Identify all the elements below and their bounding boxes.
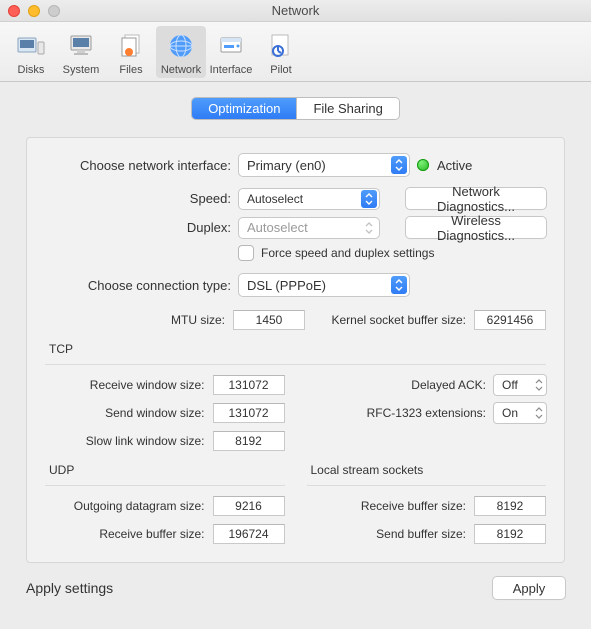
kernel-buffer-input[interactable]: 6291456 bbox=[474, 310, 546, 330]
rfc-value: On bbox=[502, 406, 518, 420]
divider bbox=[307, 485, 547, 486]
divider bbox=[45, 485, 285, 486]
odg-input[interactable]: 9216 bbox=[213, 496, 285, 516]
status-active-label: Active bbox=[437, 158, 472, 173]
label-rfc: RFC-1323 extensions: bbox=[336, 406, 486, 420]
speed-select[interactable]: Autoselect bbox=[239, 189, 379, 209]
label-mtu: MTU size: bbox=[171, 313, 225, 327]
tab-optimization[interactable]: Optimization bbox=[192, 98, 296, 119]
toolbar-item-disks[interactable]: Disks bbox=[6, 26, 56, 78]
duplex-select: Autoselect bbox=[239, 218, 379, 238]
toolbar-label: Files bbox=[106, 64, 156, 76]
label-connection-type: Choose connection type: bbox=[45, 278, 231, 293]
mtu-input[interactable]: 1450 bbox=[233, 310, 305, 330]
disks-icon bbox=[15, 30, 47, 62]
interface-value: Primary (en0) bbox=[247, 158, 326, 173]
udp-rbuf-input[interactable]: 196724 bbox=[213, 524, 285, 544]
dropdown-caret-icon bbox=[391, 276, 407, 294]
interface-select[interactable]: Primary (en0) bbox=[239, 154, 409, 176]
group-tcp-label: TCP bbox=[49, 342, 546, 356]
toolbar-label: Disks bbox=[6, 64, 56, 76]
lss-rbuf-input[interactable]: 8192 bbox=[474, 496, 546, 516]
label-swin: Send window size: bbox=[55, 406, 205, 420]
slowwin-input[interactable]: 8192 bbox=[213, 431, 285, 451]
toolbar-item-system[interactable]: System bbox=[56, 26, 106, 78]
force-speed-checkbox[interactable] bbox=[239, 246, 253, 260]
toolbar-label: Interface bbox=[206, 64, 256, 76]
dropdown-caret-icon bbox=[532, 379, 546, 391]
label-choose-interface: Choose network interface: bbox=[45, 158, 231, 173]
wireless-diagnostics-button[interactable]: Wireless Diagnostics... bbox=[406, 217, 546, 238]
content: Optimization File Sharing Choose network… bbox=[0, 82, 591, 615]
toolbar-label: Network bbox=[156, 64, 206, 76]
label-speed: Speed: bbox=[45, 191, 231, 206]
dropdown-caret-icon bbox=[391, 156, 407, 174]
swin-input[interactable]: 131072 bbox=[213, 403, 285, 423]
settings-panel: Choose network interface: Primary (en0) … bbox=[26, 137, 565, 563]
dack-select[interactable]: Off bbox=[494, 375, 546, 395]
connection-type-select[interactable]: DSL (PPPoE) bbox=[239, 274, 409, 296]
speed-value: Autoselect bbox=[247, 192, 303, 206]
window-title: Network bbox=[0, 3, 591, 18]
dack-value: Off bbox=[502, 378, 518, 392]
label-duplex: Duplex: bbox=[45, 220, 231, 235]
group-udp-label: UDP bbox=[49, 463, 285, 477]
label-kernel-buffer: Kernel socket buffer size: bbox=[331, 313, 466, 327]
duplex-value: Autoselect bbox=[247, 220, 308, 235]
label-lss-sbuf: Send buffer size: bbox=[316, 527, 466, 541]
connection-type-value: DSL (PPPoE) bbox=[247, 278, 326, 293]
dropdown-caret-icon bbox=[532, 407, 546, 419]
tab-file-sharing[interactable]: File Sharing bbox=[296, 98, 398, 119]
dropdown-caret-icon bbox=[361, 219, 377, 237]
toolbar-item-interface[interactable]: Interface bbox=[206, 26, 256, 78]
label-lss-rbuf: Receive buffer size: bbox=[316, 499, 466, 513]
toolbar-item-pilot[interactable]: Pilot bbox=[256, 26, 306, 78]
rwin-input[interactable]: 131072 bbox=[213, 375, 285, 395]
apply-button[interactable]: Apply bbox=[493, 577, 565, 599]
label-rwin: Receive window size: bbox=[55, 378, 205, 392]
files-icon bbox=[115, 30, 147, 62]
tab-segmented-control: Optimization File Sharing bbox=[192, 98, 399, 119]
pilot-icon bbox=[265, 30, 297, 62]
network-icon bbox=[165, 30, 197, 62]
toolbar-item-network[interactable]: Network bbox=[156, 26, 206, 78]
toolbar-item-files[interactable]: Files bbox=[106, 26, 156, 78]
label-dack: Delayed ACK: bbox=[336, 378, 486, 392]
label-force-speed: Force speed and duplex settings bbox=[261, 246, 434, 260]
group-lss-label: Local stream sockets bbox=[311, 463, 547, 477]
lss-sbuf-input[interactable]: 8192 bbox=[474, 524, 546, 544]
apply-settings-label: Apply settings bbox=[26, 580, 113, 596]
network-diagnostics-button[interactable]: Network Diagnostics... bbox=[406, 188, 546, 209]
system-icon bbox=[65, 30, 97, 62]
toolbar-label: System bbox=[56, 64, 106, 76]
toolbar-label: Pilot bbox=[256, 64, 306, 76]
interface-icon bbox=[215, 30, 247, 62]
titlebar: Network bbox=[0, 0, 591, 22]
divider bbox=[45, 364, 546, 365]
status-active-icon bbox=[417, 159, 429, 171]
rfc-select[interactable]: On bbox=[494, 403, 546, 423]
label-odg: Outgoing datagram size: bbox=[55, 499, 205, 513]
dropdown-caret-icon bbox=[361, 190, 377, 208]
label-udp-rbuf: Receive buffer size: bbox=[55, 527, 205, 541]
label-slowwin: Slow link window size: bbox=[55, 434, 205, 448]
toolbar: Disks System Files Network Interface Pil… bbox=[0, 22, 591, 82]
